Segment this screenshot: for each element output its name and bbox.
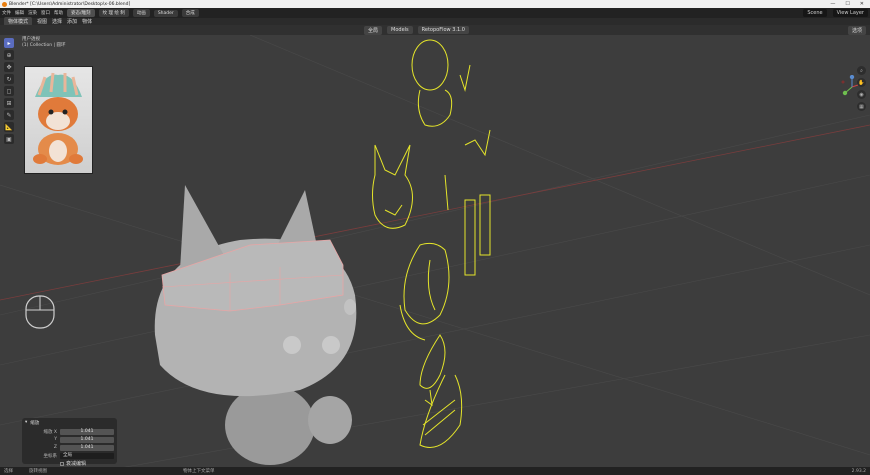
orientation-row: 坐标系 全局 xyxy=(25,452,114,459)
floor-grid xyxy=(0,35,870,468)
view-options-dropdown[interactable]: 选项 xyxy=(847,25,866,35)
add-cube-tool-icon[interactable]: ▣ xyxy=(4,134,14,144)
zoom-icon[interactable]: ⌕ xyxy=(857,66,866,75)
viewport-info: 用户透视 (1) Collection | 圆环 xyxy=(22,37,65,49)
workspace-tab-texture[interactable]: 纹 理 绘 制 xyxy=(98,9,129,17)
menu-add[interactable]: 添加 xyxy=(67,18,77,25)
3d-viewport[interactable] xyxy=(0,35,870,468)
menu-object[interactable]: 物体 xyxy=(82,18,92,25)
scale-y-row: Y 1.041 xyxy=(25,436,114,443)
scale-x-field[interactable]: 1.041 xyxy=(60,428,114,435)
scale-x-label: 缩放 X xyxy=(43,429,57,435)
pan-hand-icon[interactable]: ✋ xyxy=(857,78,866,87)
top-menubar: 文件 编辑 渲染 窗口 帮助 姿态/雕刻 纹 理 绘 制 动画 Shader 合… xyxy=(0,8,870,18)
retopoflow-button[interactable]: RetopoFlow 3.1.0 xyxy=(417,26,469,34)
close-button[interactable]: ✕ xyxy=(860,1,864,7)
grid-icon[interactable]: ▦ xyxy=(857,102,866,111)
active-object-label: (1) Collection | 圆环 xyxy=(22,43,66,48)
workspace-tab-sculpt[interactable]: 姿态/雕刻 xyxy=(67,9,95,17)
scale-y-label: Y xyxy=(54,437,57,442)
grease-pencil-sketch xyxy=(372,39,491,448)
workspace-tab-shader[interactable]: Shader xyxy=(153,9,178,17)
annotate-tool-icon[interactable]: ✎ xyxy=(4,110,14,120)
mouse-hint-icon xyxy=(25,295,55,329)
cursor-tool-icon[interactable]: ⊕ xyxy=(4,50,14,60)
select-tool-icon[interactable]: ▸ xyxy=(4,38,14,48)
redo-last-panel: ▾ 缩放 缩放 X 1.041 Y 1.041 Z 1.041 坐标系 全局 衰… xyxy=(22,418,117,467)
x-axis-line xyxy=(0,124,870,301)
panel-header[interactable]: ▾ 缩放 xyxy=(25,420,114,426)
scale-x-row: 缩放 X 1.041 xyxy=(25,428,114,435)
scale-z-field[interactable]: 1.041 xyxy=(60,444,114,451)
menu-edit[interactable]: 编辑 xyxy=(15,10,24,16)
status-rotate-hint: 旋转视图 xyxy=(29,469,47,474)
snap-target-dropdown[interactable]: Models xyxy=(387,26,413,34)
window-titlebar: Blender* [C:\Users\Administrator\Desktop… xyxy=(0,0,870,8)
status-bar: 选择 旋转视图 物体上下文菜单 2.93.2 xyxy=(0,467,870,475)
camera-icon[interactable]: ◉ xyxy=(857,90,866,99)
panel-title: 缩放 xyxy=(30,421,40,426)
proportional-edit-label: 衰减编辑 xyxy=(66,461,87,467)
orientation-label: 坐标系 xyxy=(43,453,58,459)
menu-select[interactable]: 选择 xyxy=(52,18,62,25)
scale-z-label: Z xyxy=(53,445,57,450)
rotate-tool-icon[interactable]: ↻ xyxy=(4,74,14,84)
transform-tool-icon[interactable]: ⊞ xyxy=(4,98,14,108)
viewport-scene xyxy=(0,35,870,468)
scale-tool-icon[interactable]: ◻ xyxy=(4,86,14,96)
blender-version: 2.93.2 xyxy=(851,468,866,474)
orientation-select[interactable]: 全局 xyxy=(60,452,114,459)
workspace-tab-compositing[interactable]: 合成 xyxy=(181,9,199,17)
menu-view[interactable]: 视图 xyxy=(37,18,47,25)
transform-orientation-dropdown[interactable]: 全局 xyxy=(364,25,383,35)
viewport-nav-buttons: ⌕ ✋ ◉ ▦ xyxy=(857,66,866,111)
blender-logo-icon xyxy=(2,1,7,7)
collapse-arrow-icon: ▾ xyxy=(25,420,28,425)
reference-image xyxy=(24,66,93,174)
scene-selector[interactable]: Scene xyxy=(803,9,827,17)
proportional-edit-row: 衰减编辑 xyxy=(25,460,114,467)
status-select-hint: 选择 xyxy=(4,469,13,474)
measure-tool-icon[interactable]: 📐 xyxy=(4,122,14,132)
viewport-header: 全局 Models RetopoFlow 3.1.0 选项 xyxy=(0,25,870,35)
window-title: Blender* [C:\Users\Administrator\Desktop… xyxy=(9,1,131,7)
left-toolbar: ▸ ⊕ ✥ ↻ ◻ ⊞ ✎ 📐 ▣ xyxy=(4,38,15,144)
maximize-button[interactable]: ☐ xyxy=(845,1,849,7)
menu-help[interactable]: 帮助 xyxy=(54,10,63,16)
scale-z-row: Z 1.041 xyxy=(25,444,114,451)
scale-y-field[interactable]: 1.041 xyxy=(60,436,114,443)
workspace-tab-animation[interactable]: 动画 xyxy=(132,9,150,17)
menu-file[interactable]: 文件 xyxy=(2,10,11,16)
menu-render[interactable]: 渲染 xyxy=(28,10,37,16)
menu-window[interactable]: 窗口 xyxy=(41,10,50,16)
move-tool-icon[interactable]: ✥ xyxy=(4,62,14,72)
view-layer-selector[interactable]: View Layer xyxy=(832,9,868,17)
minimize-button[interactable]: — xyxy=(830,1,835,7)
proportional-edit-checkbox[interactable] xyxy=(60,461,64,466)
tool-header: 物体模式 视图 选择 添加 物体 xyxy=(0,17,870,26)
status-context-hint: 物体上下文菜单 xyxy=(183,469,215,474)
character-mesh xyxy=(154,185,357,465)
